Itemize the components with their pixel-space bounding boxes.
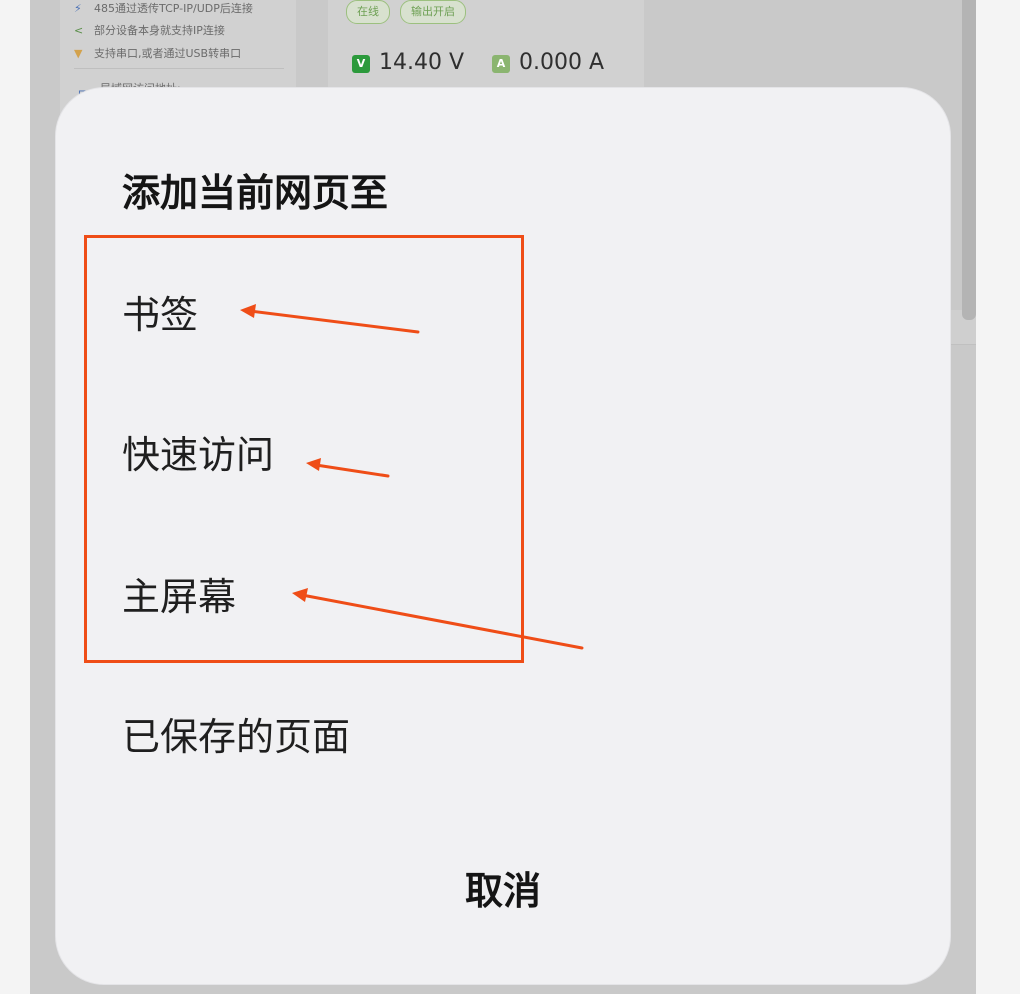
arrowhead-home-screen xyxy=(292,588,308,602)
arrow-to-bookmark xyxy=(248,309,420,334)
arrowhead-quick-access xyxy=(306,458,321,471)
arrowhead-bookmark xyxy=(240,304,256,318)
arrow-to-quick-access xyxy=(314,463,390,478)
arrow-to-home-screen xyxy=(300,593,584,650)
annotation-arrows xyxy=(240,304,584,650)
